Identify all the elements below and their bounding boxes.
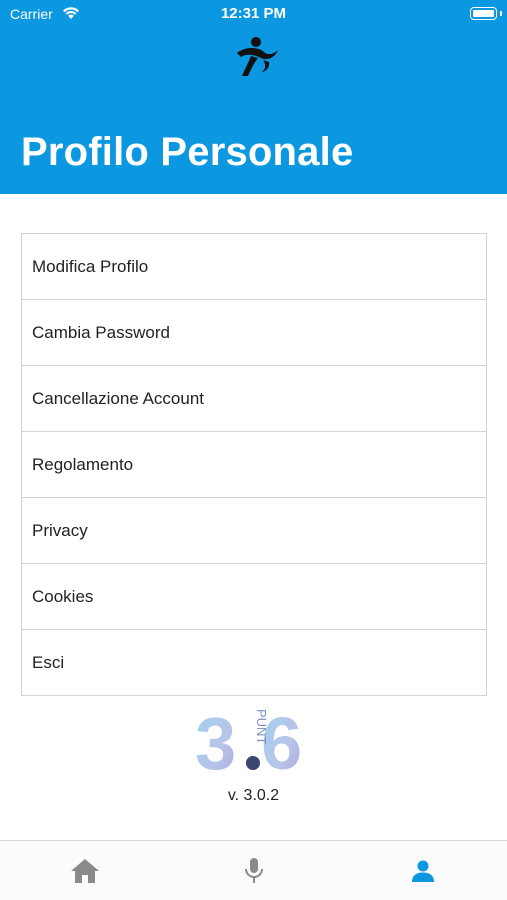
menu-item-cancellazione-account[interactable]: Cancellazione Account — [22, 366, 486, 432]
menu-item-privacy[interactable]: Privacy — [22, 498, 486, 564]
tab-microphone[interactable] — [169, 841, 338, 900]
menu-item-modifica-profilo[interactable]: Modifica Profilo — [22, 234, 486, 300]
tab-profile[interactable] — [338, 841, 507, 900]
app-logo-subtext: PUNT — [254, 709, 269, 744]
battery-icon — [470, 7, 497, 20]
menu-item-cambia-password[interactable]: Cambia Password — [22, 300, 486, 366]
app-logo: 3 6 PUNT — [195, 705, 302, 773]
home-icon — [70, 858, 99, 883]
person-icon — [411, 860, 434, 882]
app-logo-digit-3: 3 — [195, 705, 236, 773]
tab-bar — [0, 840, 507, 900]
menu-item-esci[interactable]: Esci — [22, 630, 486, 695]
header: Carrier 12:31 PM Profilo Personale — [0, 0, 507, 194]
menu-item-regolamento[interactable]: Regolamento — [22, 432, 486, 498]
brand-logo-icon — [237, 37, 278, 76]
menu-item-cookies[interactable]: Cookies — [22, 564, 486, 630]
battery-tip — [500, 11, 502, 16]
app-logo-dot — [246, 756, 260, 770]
tab-home[interactable] — [0, 841, 169, 900]
app-version: v. 3.0.2 — [227, 787, 280, 804]
profile-menu: Modifica Profilo Cambia Password Cancell… — [21, 233, 487, 696]
status-time: 12:31 PM — [220, 5, 287, 22]
microphone-icon — [244, 857, 263, 883]
status-bar: Carrier 12:31 PM — [0, 0, 507, 28]
page-title: Profilo Personale — [21, 130, 354, 174]
